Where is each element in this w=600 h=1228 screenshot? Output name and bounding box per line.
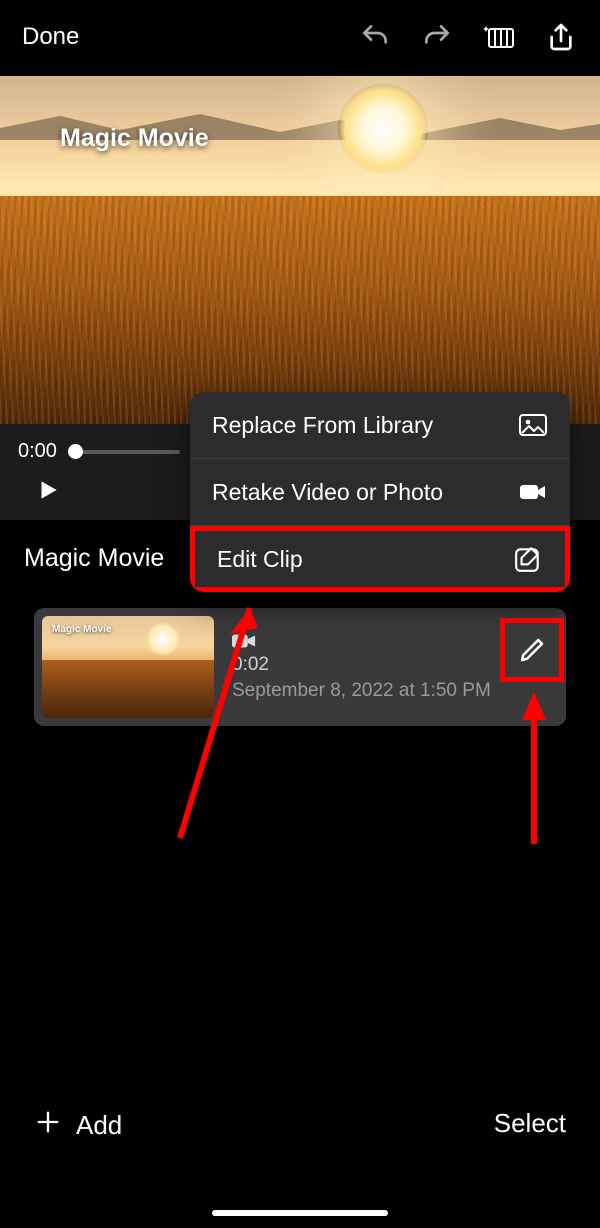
undo-icon[interactable] xyxy=(358,20,392,54)
clip-context-menu: Replace From Library Retake Video or Pho… xyxy=(190,392,570,592)
screen: Done xyxy=(0,0,600,1228)
menu-edit-clip[interactable]: Edit Clip xyxy=(190,526,570,592)
plus-icon xyxy=(34,1108,62,1143)
toolbar-actions xyxy=(358,20,578,54)
edit-pencil-button[interactable] xyxy=(500,618,564,682)
preview-field xyxy=(0,196,600,424)
pencil-icon xyxy=(517,635,547,665)
menu-edit-label: Edit Clip xyxy=(217,546,303,573)
section-title: Magic Movie xyxy=(24,544,164,573)
bottom-bar: Add Select xyxy=(0,1082,600,1228)
clip-datetime: September 8, 2022 at 1:50 PM xyxy=(232,680,552,702)
clip-card[interactable]: Magic Movie 0:02 September 8, 2022 at 1:… xyxy=(34,608,566,726)
scrubber-handle[interactable] xyxy=(68,444,83,459)
preview-sun xyxy=(338,84,428,174)
timecode: 0:00 xyxy=(18,440,57,463)
video-preview[interactable]: Magic Movie xyxy=(0,76,600,424)
done-button[interactable]: Done xyxy=(22,23,79,51)
menu-retake[interactable]: Retake Video or Photo xyxy=(190,459,570,525)
select-button[interactable]: Select xyxy=(494,1108,566,1139)
menu-replace-label: Replace From Library xyxy=(212,412,433,439)
play-button[interactable] xyxy=(32,474,64,506)
compose-icon xyxy=(513,544,543,574)
home-indicator xyxy=(212,1210,388,1216)
photo-icon xyxy=(518,410,548,440)
enhance-icon[interactable] xyxy=(482,20,516,54)
video-camera-icon xyxy=(518,477,548,507)
clip-thumbnail: Magic Movie xyxy=(42,616,214,718)
top-toolbar: Done xyxy=(0,10,600,64)
menu-replace-from-library[interactable]: Replace From Library xyxy=(190,392,570,458)
redo-icon[interactable] xyxy=(420,20,454,54)
share-icon[interactable] xyxy=(544,20,578,54)
menu-retake-label: Retake Video or Photo xyxy=(212,479,443,506)
add-button[interactable]: Add xyxy=(34,1108,122,1143)
scrubber[interactable] xyxy=(70,450,180,454)
add-label: Add xyxy=(76,1110,122,1141)
preview-title: Magic Movie xyxy=(60,124,209,153)
video-icon xyxy=(232,632,256,650)
clip-thumb-label: Magic Movie xyxy=(52,624,111,635)
